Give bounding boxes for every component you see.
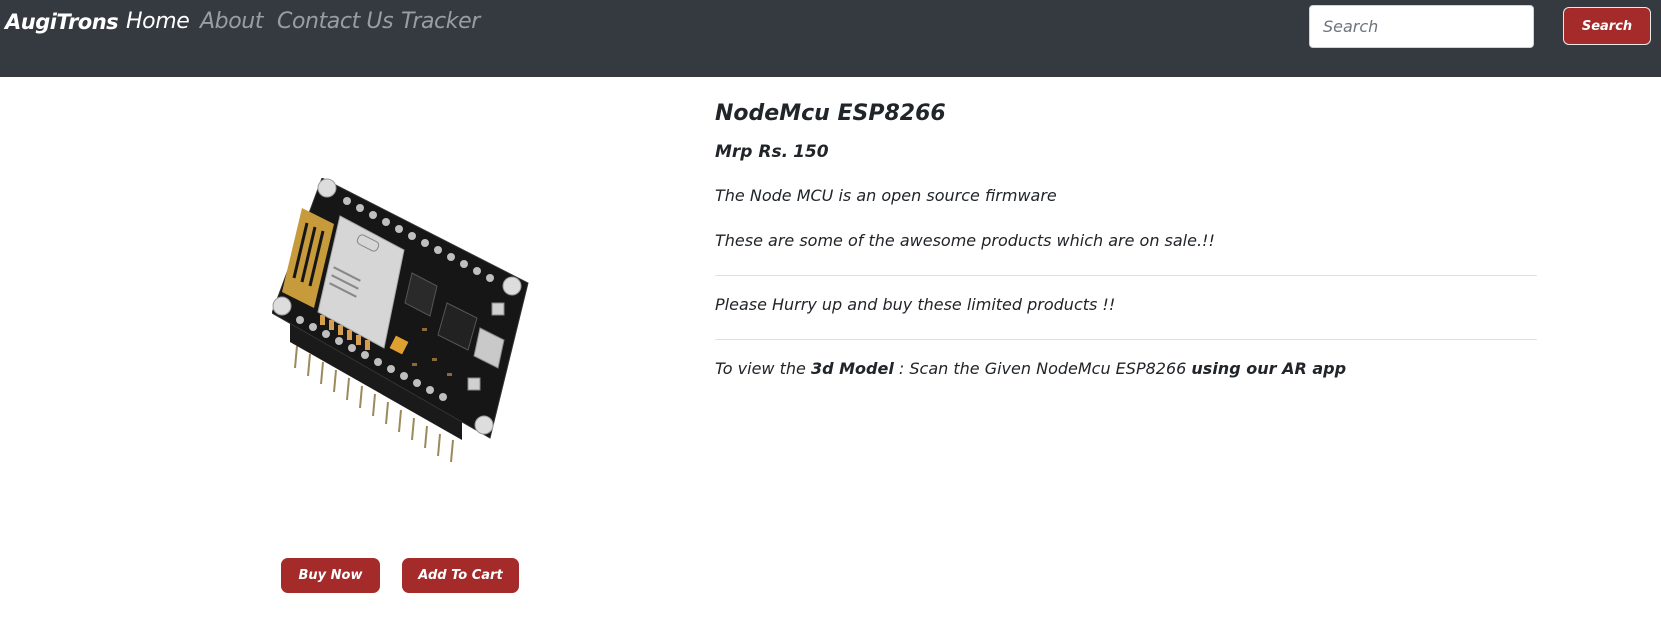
sale-text: These are some of the awesome products w… — [715, 231, 1215, 250]
price-label: Mrp Rs. — [715, 142, 789, 162]
nav-link-home[interactable]: Home — [126, 9, 190, 34]
nav-link-contact[interactable]: Contact Us — [277, 9, 394, 34]
nodemcu-board-image — [271, 177, 532, 463]
add-to-cart-button[interactable]: Add To Cart — [402, 558, 519, 593]
search-button[interactable]: Search — [1563, 7, 1651, 45]
divider — [715, 275, 1537, 276]
ar-prefix: To view the — [715, 359, 806, 378]
top-navbar: AugiTrons Home About Contact Us Tracker … — [0, 0, 1661, 77]
product-title: NodeMcu ESP8266 — [715, 101, 946, 126]
divider — [715, 339, 1537, 340]
ar-app-label: using our AR app — [1191, 359, 1347, 378]
search-input[interactable] — [1309, 5, 1534, 48]
product-price: Mrp Rs. 150 — [715, 142, 829, 162]
ar-middle: : Scan the Given NodeMcu ESP8266 — [898, 359, 1187, 378]
ar-model-instructions: To view the 3d Model : Scan the Given No… — [715, 359, 1346, 378]
hurry-text: Please Hurry up and buy these limited pr… — [715, 295, 1116, 314]
price-value: 150 — [793, 142, 829, 162]
brand-logo[interactable]: AugiTrons — [5, 10, 119, 34]
model-label: 3d Model — [810, 359, 894, 378]
product-description: The Node MCU is an open source firmware — [715, 186, 1057, 205]
nav-link-about[interactable]: About — [200, 9, 263, 34]
nav-link-tracker[interactable]: Tracker — [401, 9, 480, 34]
buy-now-button[interactable]: Buy Now — [281, 558, 380, 593]
